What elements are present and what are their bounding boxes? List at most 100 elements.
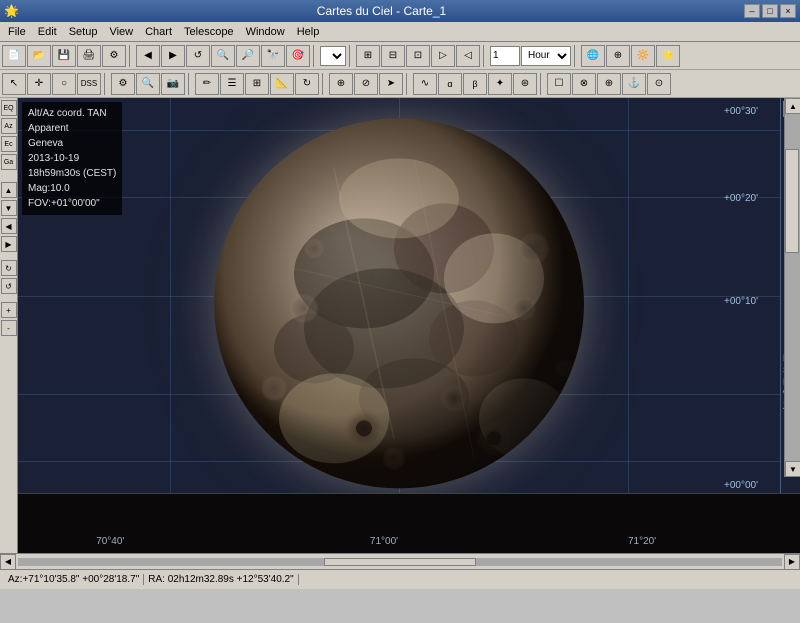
toolbar-separator-3 (349, 45, 353, 67)
vscroll-thumb[interactable] (785, 149, 799, 253)
tb2-dss[interactable]: DSS (77, 73, 101, 95)
tb2-target[interactable]: ⊙ (647, 73, 671, 95)
toolbar-separator-5 (574, 45, 578, 67)
sidebar-right[interactable]: ▶ (1, 236, 17, 252)
new-button[interactable]: 📄 (2, 45, 26, 67)
print-button[interactable]: 🖨 (77, 45, 101, 67)
extra-btn-3[interactable]: 🔆 (631, 45, 655, 67)
tb2-wave[interactable]: ∿ (413, 73, 437, 95)
tb2-circle[interactable]: ○ (52, 73, 76, 95)
tb2-ruler[interactable]: 📐 (270, 73, 294, 95)
hscroll-right-button[interactable]: ▶ (784, 554, 800, 570)
sidebar-ga[interactable]: Ga (1, 154, 17, 170)
tb2-minus[interactable]: ⊘ (354, 73, 378, 95)
map-row: Alt/Az coord. TAN Apparent Geneva 2013-1… (18, 98, 800, 493)
extra-btn-1[interactable]: 🌐 (581, 45, 605, 67)
sidebar-ec[interactable]: Ec (1, 136, 17, 152)
menu-window[interactable]: Window (240, 24, 291, 40)
vscroll-up-button[interactable]: ▲ (785, 98, 800, 114)
tb2-alpha[interactable]: α (438, 73, 462, 95)
menu-telescope[interactable]: Telescope (178, 24, 240, 40)
close-button[interactable]: × (780, 4, 796, 18)
time-nav-5[interactable]: ◁ (456, 45, 480, 67)
hscroll-thumb[interactable] (324, 558, 477, 566)
minimize-button[interactable]: – (744, 4, 760, 18)
titlebar-left: 🌟 (4, 4, 19, 18)
tb2-cross[interactable]: ✛ (27, 73, 51, 95)
menu-help[interactable]: Help (291, 24, 326, 40)
tb2-pointer[interactable]: ↖ (2, 73, 26, 95)
vscroll-down-button[interactable]: ▼ (785, 461, 800, 477)
menu-file[interactable]: File (2, 24, 32, 40)
moon-craters (214, 118, 584, 488)
menu-view[interactable]: View (103, 24, 139, 40)
vscroll-track[interactable] (785, 114, 800, 461)
tb2-camera[interactable]: 📷 (161, 73, 185, 95)
tb2-square[interactable]: ☐ (547, 73, 571, 95)
tb2-sep-5 (540, 73, 544, 95)
time-nav-1[interactable]: ⊞ (356, 45, 380, 67)
refresh-button[interactable]: ↺ (186, 45, 210, 67)
sidebar-up[interactable]: ▲ (1, 182, 17, 198)
tb2-greek2[interactable]: β (463, 73, 487, 95)
open-button[interactable]: 📂 (27, 45, 51, 67)
tb2-gear[interactable]: ⚙ (111, 73, 135, 95)
menu-setup[interactable]: Setup (63, 24, 104, 40)
tb2-anchor[interactable]: ⚓ (622, 73, 646, 95)
maximize-button[interactable]: □ (762, 4, 778, 18)
sidebar-zoom-in[interactable]: + (1, 302, 17, 318)
extra-btn-2[interactable]: ⊕ (606, 45, 630, 67)
coord-mid2-right: +00°10' (724, 296, 758, 307)
prev-button[interactable]: ◀ (136, 45, 160, 67)
time-step-input[interactable] (490, 46, 520, 66)
sidebar-rotate-ccw[interactable]: ↺ (1, 278, 17, 294)
bottom-coord-left: 70°40' (96, 536, 124, 547)
tb2-rotate[interactable]: ↻ (295, 73, 319, 95)
tb2-cross2[interactable]: ⊗ (572, 73, 596, 95)
tb2-ring[interactable]: ⊛ (513, 73, 537, 95)
tb2-grid[interactable]: ⊞ (245, 73, 269, 95)
save-button[interactable]: 💾 (52, 45, 76, 67)
tb2-pencil[interactable]: ✏ (195, 73, 219, 95)
bottom-coord-right: 71°20' (628, 536, 656, 547)
sidebar-eq[interactable]: EQ (1, 100, 17, 116)
setup-button[interactable]: ⚙ (102, 45, 126, 67)
menu-chart[interactable]: Chart (139, 24, 178, 40)
center-button[interactable]: 🎯 (286, 45, 310, 67)
time-nav-2[interactable]: ⊟ (381, 45, 405, 67)
time-unit-combo[interactable]: Hour (521, 46, 571, 66)
tb2-arrow[interactable]: ➤ (379, 73, 403, 95)
sidebar-az[interactable]: Az (1, 118, 17, 134)
menu-edit[interactable]: Edit (32, 24, 63, 40)
find-button[interactable]: 🔭 (261, 45, 285, 67)
fov: FOV:+01°00'00" (28, 196, 116, 211)
zoom-in-button[interactable]: 🔍 (211, 45, 235, 67)
sidebar-down[interactable]: ▼ (1, 200, 17, 216)
zoom-out-button[interactable]: 🔎 (236, 45, 260, 67)
hscroll-track[interactable] (18, 558, 782, 566)
next-button[interactable]: ▶ (161, 45, 185, 67)
vertical-scrollbar: ▲ ▼ (784, 98, 800, 477)
tb2-search[interactable]: 🔍 (136, 73, 160, 95)
extra-btn-4[interactable]: ⭐ (656, 45, 680, 67)
tb2-star[interactable]: ✦ (488, 73, 512, 95)
tb2-list[interactable]: ☰ (220, 73, 244, 95)
sidebar-rotate-cw[interactable]: ↻ (1, 260, 17, 276)
time-nav-4[interactable]: ▷ (431, 45, 455, 67)
time-nav-3[interactable]: ⊡ (406, 45, 430, 67)
sidebar-zoom-out[interactable]: - (1, 320, 17, 336)
tb2-sep-1 (104, 73, 108, 95)
time-step-combo[interactable] (320, 46, 346, 66)
coord-bot-right: +00°00' (724, 480, 758, 491)
left-sidebar: EQ Az Ec Ga ▲ ▼ ◀ ▶ ↻ ↺ + - (0, 98, 18, 553)
hscroll-left-button[interactable]: ◀ (0, 554, 16, 570)
app-icon: 🌟 (4, 4, 19, 18)
tb2-plus[interactable]: ⊕ (329, 73, 353, 95)
horizontal-scrollbar: ◀ ▶ (0, 553, 800, 569)
sidebar-left[interactable]: ◀ (1, 218, 17, 234)
menubar: File Edit Setup View Chart Telescope Win… (0, 22, 800, 42)
tb2-dot[interactable]: ⊕ (597, 73, 621, 95)
grid-v-3 (628, 98, 629, 493)
starmap[interactable]: Alt/Az coord. TAN Apparent Geneva 2013-1… (18, 98, 780, 493)
toolbar-separator-4 (483, 45, 487, 67)
